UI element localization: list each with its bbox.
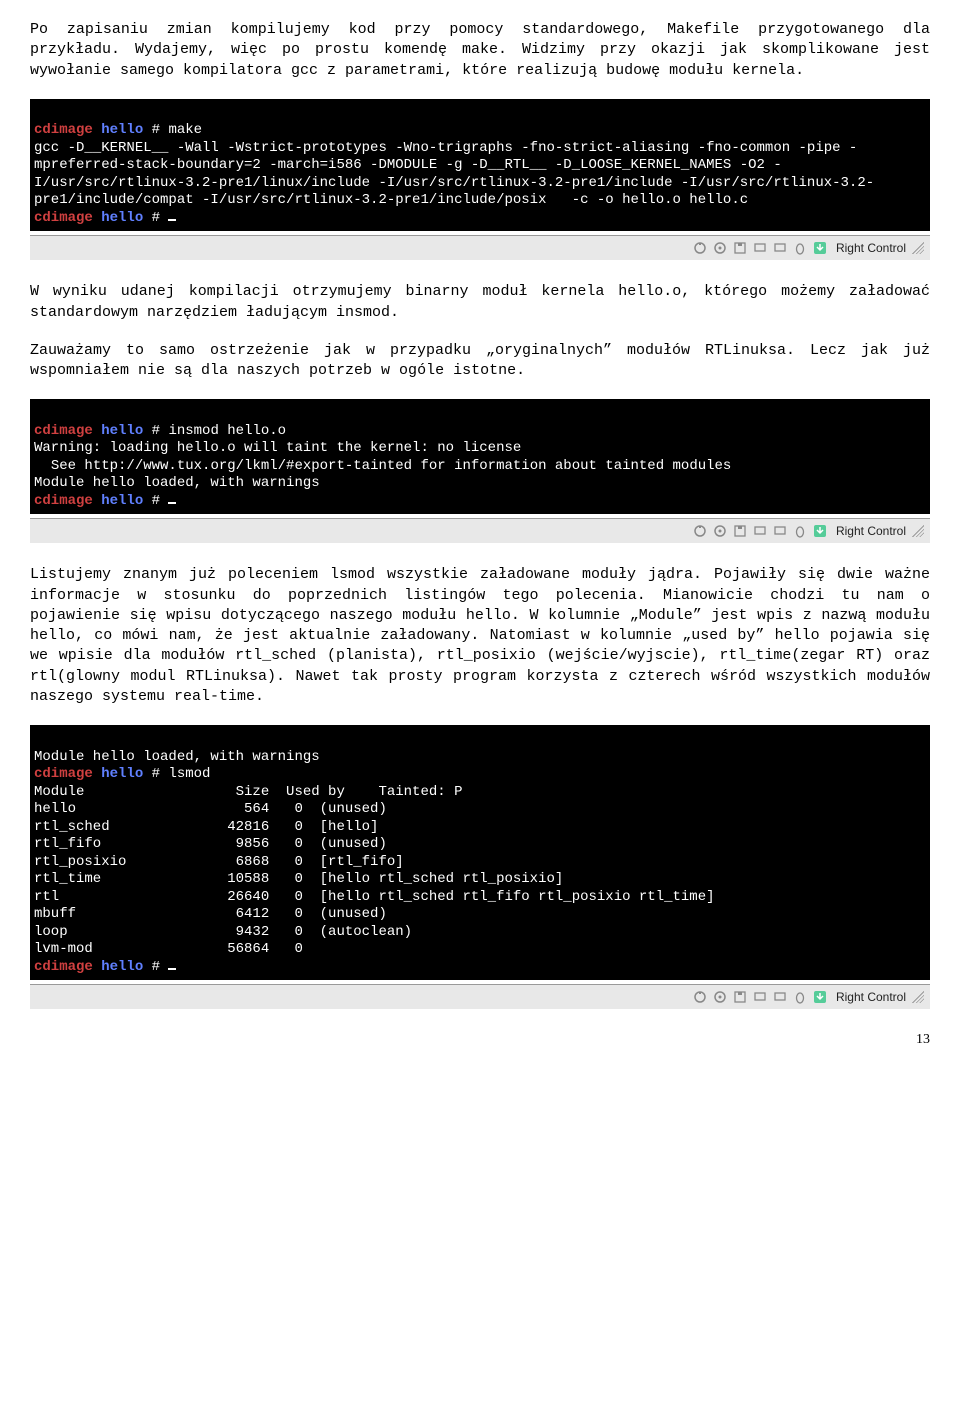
- lsmod-row: rtl_fifo 9856 0 (unused): [34, 836, 387, 852]
- mouse-icon: [792, 523, 808, 539]
- pre-line: Module hello loaded, with warnings: [34, 749, 320, 765]
- hdd-icon: [692, 523, 708, 539]
- mouse-icon: [792, 240, 808, 256]
- cmd-lsmod: lsmod: [168, 766, 210, 782]
- prompt-dir: hello: [101, 766, 143, 782]
- lsmod-header: Module Size Used by Tainted: P: [34, 784, 462, 800]
- cursor: [168, 502, 176, 504]
- terminal-insmod: cdimage hello # insmod hello.o Warning: …: [30, 399, 930, 514]
- hdd-icon: [692, 240, 708, 256]
- lsmod-row: hello 564 0 (unused): [34, 801, 387, 817]
- prompt-host: cdimage: [34, 210, 93, 226]
- net1-icon: [752, 523, 768, 539]
- terminal-lsmod: Module hello loaded, with warnings cdima…: [30, 725, 930, 980]
- net2-icon: [772, 240, 788, 256]
- prompt-host: cdimage: [34, 959, 93, 975]
- lsmod-row: rtl_sched 42816 0 [hello]: [34, 819, 378, 835]
- net2-icon: [772, 523, 788, 539]
- paragraph-intro: Po zapisaniu zmian kompilujemy kod przy …: [30, 20, 930, 81]
- prompt-host: cdimage: [34, 423, 93, 439]
- mouse-icon: [792, 989, 808, 1005]
- resize-grip[interactable]: [912, 242, 924, 254]
- lsmod-row: rtl_time 10588 0 [hello rtl_sched rtl_po…: [34, 871, 563, 887]
- vm-status-bar: Right Control: [30, 518, 930, 543]
- prompt-host: cdimage: [34, 766, 93, 782]
- key-arrow-icon: [812, 240, 828, 256]
- prompt-dir: hello: [101, 122, 143, 138]
- host-key-label: Right Control: [836, 523, 906, 539]
- net2-icon: [772, 989, 788, 1005]
- cursor: [168, 219, 176, 221]
- key-arrow-icon: [812, 989, 828, 1005]
- floppy-icon: [732, 240, 748, 256]
- lsmod-row: mbuff 6412 0 (unused): [34, 906, 387, 922]
- vm-status-bar: Right Control: [30, 235, 930, 260]
- floppy-icon: [732, 989, 748, 1005]
- cd-icon: [712, 523, 728, 539]
- prompt-dir: hello: [101, 210, 143, 226]
- paragraph-result: W wyniku udanej kompilacji otrzymujemy b…: [30, 282, 930, 323]
- vm-status-bar: Right Control: [30, 984, 930, 1009]
- resize-grip[interactable]: [912, 991, 924, 1003]
- net1-icon: [752, 240, 768, 256]
- lsmod-row: lvm-mod 56864 0: [34, 941, 303, 957]
- lsmod-row: rtl_posixio 6868 0 [rtl_fifo]: [34, 854, 404, 870]
- gcc-output: gcc -D__KERNEL__ -Wall -Wstrict-prototyp…: [34, 140, 874, 209]
- paragraph-warning: Zauważamy to samo ostrzeżenie jak w przy…: [30, 341, 930, 382]
- cursor: [168, 968, 176, 970]
- host-key-label: Right Control: [836, 989, 906, 1005]
- lsmod-row: rtl 26640 0 [hello rtl_sched rtl_fifo rt…: [34, 889, 715, 905]
- prompt-dir: hello: [101, 959, 143, 975]
- prompt-host: cdimage: [34, 122, 93, 138]
- floppy-icon: [732, 523, 748, 539]
- host-key-label: Right Control: [836, 240, 906, 256]
- cmd-insmod: insmod hello.o: [168, 423, 286, 439]
- cd-icon: [712, 240, 728, 256]
- hdd-icon: [692, 989, 708, 1005]
- cmd-make: make: [168, 122, 202, 138]
- resize-grip[interactable]: [912, 525, 924, 537]
- insmod-output: Warning: loading hello.o will taint the …: [34, 440, 731, 491]
- paragraph-lsmod: Listujemy znanym już poleceniem lsmod ws…: [30, 565, 930, 707]
- terminal-make: cdimage hello # make gcc -D__KERNEL__ -W…: [30, 99, 930, 232]
- prompt-dir: hello: [101, 493, 143, 509]
- prompt-host: cdimage: [34, 493, 93, 509]
- key-arrow-icon: [812, 523, 828, 539]
- cd-icon: [712, 989, 728, 1005]
- prompt-dir: hello: [101, 423, 143, 439]
- net1-icon: [752, 989, 768, 1005]
- page-number: 13: [30, 1031, 930, 1050]
- lsmod-row: loop 9432 0 (autoclean): [34, 924, 412, 940]
